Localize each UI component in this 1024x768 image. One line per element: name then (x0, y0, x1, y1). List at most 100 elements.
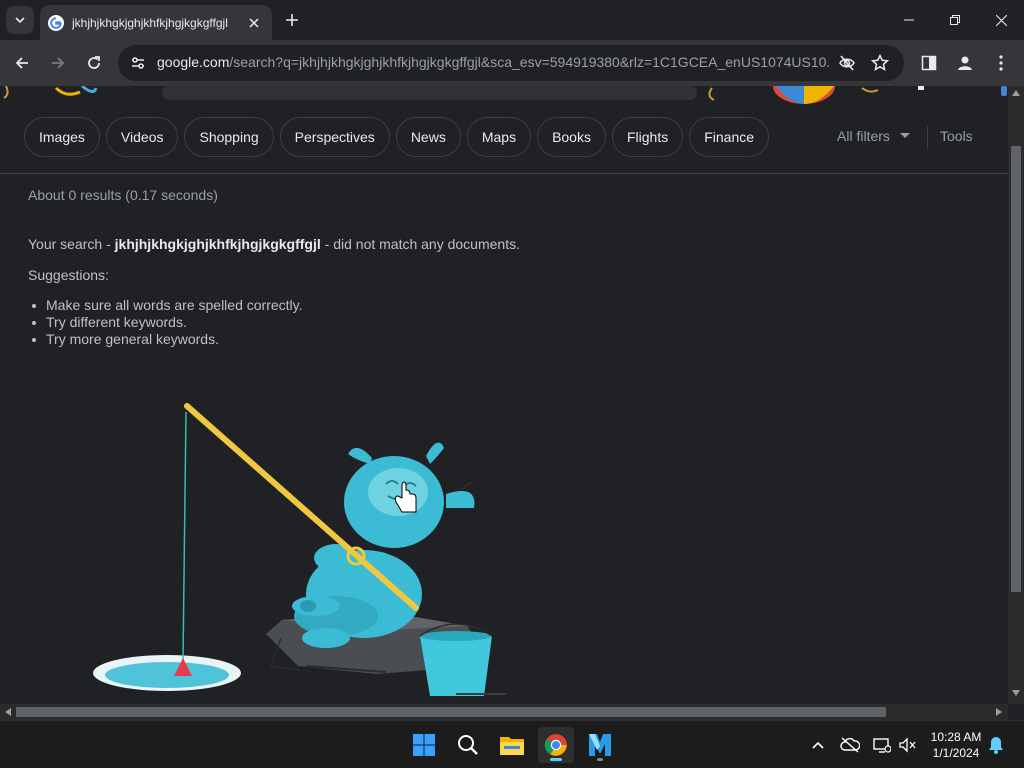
network-icon (873, 738, 891, 753)
close-icon (249, 17, 259, 28)
back-arrow-icon (15, 57, 28, 69)
start-button[interactable] (406, 727, 442, 763)
tab-strip: jkhjhjkhgkjghjkhfkjhgjkgkgffgjl (0, 0, 1024, 40)
no-match-suffix: - did not match any documents. (320, 236, 520, 252)
show-hidden-icons-button[interactable] (806, 733, 830, 757)
close-icon (995, 14, 1007, 26)
bookmark-button[interactable] (868, 51, 892, 75)
reload-icon (88, 56, 100, 69)
no-match-message: Your search - jkhjhjkhgkjghjkhfkjhgjkgkg… (28, 236, 520, 252)
url-text[interactable]: google.com/search?q=jkhjhjkhgkjghjkhfkjh… (157, 54, 829, 70)
kebab-menu-icon (999, 55, 1003, 71)
new-tab-button[interactable] (280, 8, 304, 32)
clock-date: 1/1/2024 (932, 746, 980, 760)
restore-button[interactable] (932, 0, 978, 40)
volume-muted-icon (899, 737, 916, 753)
pinned-app-button[interactable] (582, 727, 618, 763)
scroll-left-arrow-icon[interactable] (5, 708, 11, 716)
search-results-page: Images Videos Shopping Perspectives News… (0, 86, 1008, 704)
search-query: jkhjhjkhgkjghjkhfkjhgjkgkgffgjl (114, 236, 321, 252)
network-tray-button[interactable] (870, 733, 894, 757)
result-stats: About 0 results (0.17 seconds) (28, 187, 218, 203)
eye-off-icon (839, 55, 855, 71)
all-filters-button[interactable]: All filters (837, 128, 910, 144)
search-icon (458, 735, 478, 755)
browser-menu-button[interactable] (987, 49, 1015, 77)
url-host: google.com (157, 54, 230, 70)
no-match-prefix: Your search - (28, 236, 115, 252)
bell-icon (989, 737, 1003, 754)
star-icon (871, 54, 889, 72)
site-info-button[interactable] (126, 51, 150, 75)
fishing-yeti-illustration (93, 403, 506, 696)
chip-news[interactable]: News (395, 117, 461, 157)
taskbar-search-button[interactable] (450, 727, 486, 763)
forward-arrow-icon (52, 57, 65, 69)
app-icon (589, 734, 611, 756)
chip-books[interactable]: Books (537, 117, 606, 157)
caret-down-icon (899, 133, 910, 138)
minimize-button[interactable] (886, 0, 932, 40)
clock-time: 10:28 AM (930, 730, 982, 744)
suggestion-item: Try different keywords. (32, 314, 303, 331)
windows-start-icon (413, 734, 435, 756)
chip-maps[interactable]: Maps (466, 117, 532, 157)
tab-close-button[interactable] (244, 13, 264, 33)
scrollbar-corner (1008, 704, 1024, 720)
all-filters-label: All filters (837, 128, 890, 144)
close-window-button[interactable] (978, 0, 1024, 40)
chip-videos[interactable]: Videos (105, 117, 179, 157)
tracking-protection-button[interactable] (835, 51, 859, 75)
file-explorer-button[interactable] (494, 727, 530, 763)
scroll-down-arrow-icon[interactable] (1012, 690, 1020, 696)
chip-shopping[interactable]: Shopping (184, 117, 274, 157)
filters-divider (927, 126, 928, 148)
doodle-fragment-icon (3, 86, 1007, 104)
side-panel-button[interactable] (915, 49, 943, 77)
side-panel-icon (921, 55, 937, 71)
profile-icon (958, 56, 972, 70)
chrome-icon (544, 734, 567, 756)
suggestion-item: Make sure all words are spelled correctl… (32, 297, 303, 313)
active-tab[interactable]: jkhjhjkhgkjghjkhfkjhgjkgkgffgjl (40, 5, 272, 40)
suggestions-list: Make sure all words are spelled correctl… (32, 297, 303, 348)
chip-flights[interactable]: Flights (611, 117, 684, 157)
address-bar[interactable]: google.com/search?q=jkhjhjkhgkjghjkhfkjh… (118, 45, 904, 81)
chevron-down-icon (15, 17, 25, 24)
google-favicon-icon (48, 14, 64, 31)
suggestions-title: Suggestions: (28, 267, 109, 283)
filter-chips: Images Videos Shopping Perspectives News… (24, 117, 770, 157)
chip-images[interactable]: Images (24, 117, 100, 157)
profile-button[interactable] (951, 49, 979, 77)
scroll-up-arrow-icon[interactable] (1012, 90, 1020, 96)
volume-tray-button[interactable] (896, 733, 920, 757)
tab-search-button[interactable] (6, 6, 34, 34)
tab-title: jkhjhjkhgkjghjkhfkjhgjkgkgffgjl (72, 15, 228, 30)
chrome-taskbar-button[interactable] (538, 727, 574, 763)
chip-finance[interactable]: Finance (689, 117, 770, 157)
back-button[interactable] (8, 49, 36, 77)
cloud-off-icon (840, 737, 860, 753)
taskbar-clock[interactable]: 10:28 AM 1/1/2024 (922, 729, 990, 761)
tune-icon (132, 57, 144, 69)
chip-perspectives[interactable]: Perspectives (279, 117, 390, 157)
browser-toolbar: google.com/search?q=jkhjhjkhgkjghjkhfkjh… (0, 40, 1024, 86)
active-app-indicator (550, 758, 562, 761)
minimize-icon (904, 19, 914, 21)
suggestion-item: Try more general keywords. (32, 331, 303, 348)
forward-button[interactable] (44, 49, 72, 77)
reload-button[interactable] (80, 49, 108, 77)
restore-icon (950, 15, 960, 25)
windows-taskbar: 10:28 AM 1/1/2024 (0, 720, 1024, 768)
scroll-right-arrow-icon[interactable] (996, 708, 1002, 716)
chevron-up-icon (812, 741, 824, 749)
horizontal-scrollbar-thumb[interactable] (16, 707, 886, 717)
notifications-button[interactable] (984, 733, 1008, 757)
file-explorer-icon (500, 737, 524, 755)
url-path: /search?q=jkhjhjkhgkjghjkhfkjhgjkgkgffgj… (229, 54, 829, 70)
plus-icon (286, 14, 298, 26)
tools-button[interactable]: Tools (940, 128, 973, 144)
vertical-scrollbar-thumb[interactable] (1011, 146, 1021, 592)
onedrive-tray-button[interactable] (838, 733, 862, 757)
running-app-indicator (597, 758, 603, 761)
